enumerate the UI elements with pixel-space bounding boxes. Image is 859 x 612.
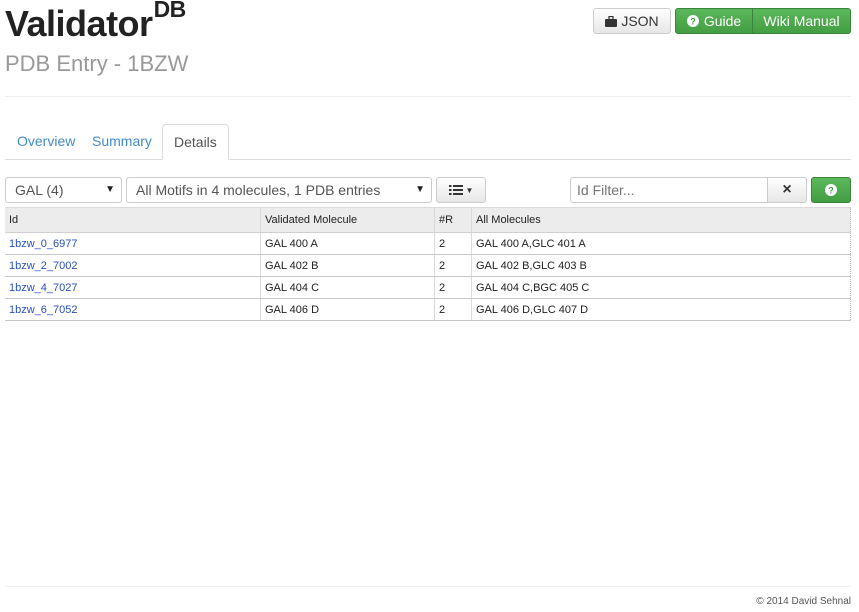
briefcase-icon bbox=[605, 15, 618, 27]
motif-id-link[interactable]: 1bzw_0_6977 bbox=[9, 238, 78, 250]
motif-id-link[interactable]: 1bzw_4_7027 bbox=[9, 282, 78, 294]
caret-down-icon: ▼ bbox=[415, 184, 425, 195]
table-row: 1bzw_0_6977 GAL 400 A 2 GAL 400 A,GLC 40… bbox=[5, 232, 851, 255]
footer-divider bbox=[5, 586, 851, 587]
help-button[interactable]: ? bbox=[811, 177, 851, 203]
clear-filter-button[interactable]: × bbox=[767, 177, 807, 203]
list-icon bbox=[448, 185, 463, 195]
caret-down-icon: ▼ bbox=[465, 185, 474, 195]
table-row: 1bzw_2_7002 GAL 402 B 2 GAL 402 B,GLC 40… bbox=[5, 254, 851, 277]
guide-button[interactable]: ? Guide bbox=[675, 8, 753, 34]
table-row: 1bzw_6_7052 GAL 406 D 2 GAL 406 D,GLC 40… bbox=[5, 298, 851, 321]
column-header-id[interactable]: Id bbox=[5, 207, 261, 233]
column-header-all-molecules[interactable]: All Molecules bbox=[471, 207, 851, 233]
caret-down-icon: ▼ bbox=[105, 184, 115, 195]
motif-table: Id Validated Molecule #R All Molecules 1… bbox=[5, 207, 851, 321]
header-divider bbox=[5, 96, 851, 97]
id-cell: 1bzw_0_6977 bbox=[5, 232, 261, 255]
svg-text:?: ? bbox=[690, 17, 696, 27]
question-circle-icon: ? bbox=[686, 15, 699, 27]
motif-id-link[interactable]: 1bzw_6_7052 bbox=[9, 304, 78, 316]
column-header-validated-molecule[interactable]: Validated Molecule bbox=[260, 207, 435, 233]
r-count-cell: 2 bbox=[434, 276, 472, 299]
svg-text:?: ? bbox=[828, 186, 834, 196]
r-count-cell: 2 bbox=[434, 298, 472, 321]
residue-select-value: GAL (4) bbox=[15, 182, 64, 198]
residue-select[interactable]: GAL (4) ▼ bbox=[5, 177, 122, 203]
tab-bar: Overview Summary Details bbox=[5, 124, 851, 160]
table-row: 1bzw_4_7027 GAL 404 C 2 GAL 404 C,BGC 40… bbox=[5, 276, 851, 299]
r-count-cell: 2 bbox=[434, 232, 472, 255]
validated-molecule-cell: GAL 406 D bbox=[260, 298, 435, 321]
validated-molecule-cell: GAL 404 C bbox=[260, 276, 435, 299]
tab-details[interactable]: Details bbox=[162, 124, 229, 160]
id-cell: 1bzw_4_7027 bbox=[5, 276, 261, 299]
validated-molecule-cell: GAL 400 A bbox=[260, 232, 435, 255]
all-molecules-cell: GAL 402 B,GLC 403 B bbox=[471, 254, 851, 277]
page-subtitle: PDB Entry - 1BZW bbox=[5, 51, 189, 76]
brand-superscript: DB bbox=[153, 0, 187, 22]
guide-button-label: Guide bbox=[703, 13, 742, 29]
wiki-manual-button[interactable]: Wiki Manual bbox=[752, 8, 851, 34]
motif-select-value: All Motifs in 4 molecules, 1 PDB entries bbox=[136, 182, 381, 198]
validated-molecule-cell: GAL 402 B bbox=[260, 254, 435, 277]
all-molecules-cell: GAL 406 D,GLC 407 D bbox=[471, 298, 851, 321]
motif-id-link[interactable]: 1bzw_2_7002 bbox=[9, 260, 78, 272]
wiki-manual-label: Wiki Manual bbox=[763, 13, 840, 29]
all-molecules-cell: GAL 404 C,BGC 405 C bbox=[471, 276, 851, 299]
question-circle-icon: ? bbox=[825, 184, 837, 196]
json-button-label: JSON bbox=[621, 13, 659, 29]
app-title: ValidatorDB bbox=[5, 0, 187, 46]
motif-select[interactable]: All Motifs in 4 molecules, 1 PDB entries… bbox=[126, 177, 432, 203]
close-icon: × bbox=[782, 181, 792, 198]
brand-text: Validator bbox=[5, 3, 153, 44]
table-header-row: Id Validated Molecule #R All Molecules bbox=[5, 207, 851, 233]
r-count-cell: 2 bbox=[434, 254, 472, 277]
column-header-r-count[interactable]: #R bbox=[434, 207, 472, 233]
id-cell: 1bzw_6_7052 bbox=[5, 298, 261, 321]
tab-overview[interactable]: Overview bbox=[6, 124, 86, 159]
all-molecules-cell: GAL 400 A,GLC 401 A bbox=[471, 232, 851, 255]
id-cell: 1bzw_2_7002 bbox=[5, 254, 261, 277]
json-button[interactable]: JSON bbox=[593, 8, 671, 34]
footer-copyright: © 2014 David Sehnal bbox=[756, 596, 851, 607]
id-filter-input[interactable] bbox=[570, 177, 768, 203]
column-list-button[interactable]: ▼ bbox=[436, 177, 486, 203]
tab-summary[interactable]: Summary bbox=[81, 124, 163, 159]
